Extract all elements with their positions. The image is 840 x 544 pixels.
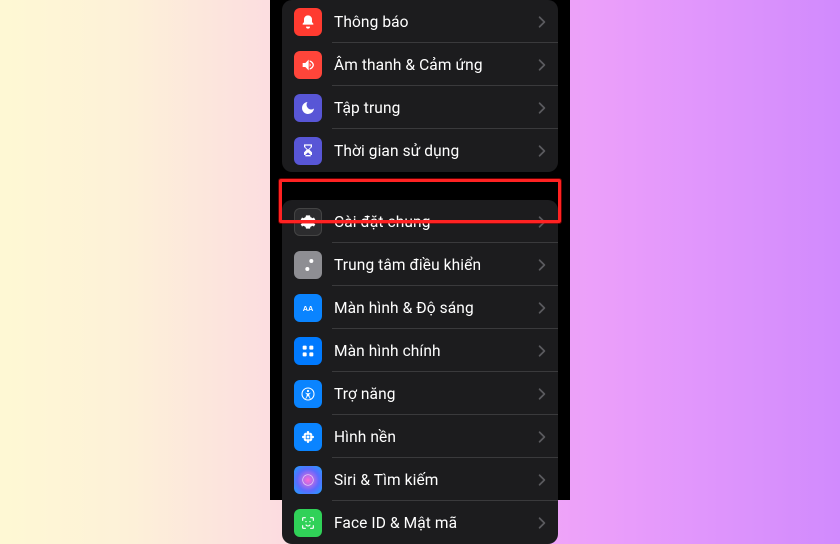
gear-icon	[294, 208, 322, 236]
settings-group-2: Cài đặt chung Trung tâm điều khiển AA Mà…	[282, 200, 558, 544]
row-faceid[interactable]: Face ID & Mật mã	[282, 501, 558, 544]
row-screen-time[interactable]: Thời gian sử dụng	[282, 129, 558, 172]
row-display[interactable]: AA Màn hình & Độ sáng	[282, 286, 558, 329]
row-label: Tập trung	[334, 99, 538, 117]
chevron-right-icon	[538, 387, 546, 401]
siri-icon	[294, 466, 322, 494]
hourglass-icon	[294, 137, 322, 165]
bell-icon	[294, 8, 322, 36]
chevron-right-icon	[538, 58, 546, 72]
chevron-right-icon	[538, 101, 546, 115]
row-siri[interactable]: Siri & Tìm kiếm	[282, 458, 558, 501]
row-label: Trợ năng	[334, 385, 538, 403]
grid-apps-icon	[294, 337, 322, 365]
settings-screen: Thông báo Âm thanh & Cảm ứng Tập trung T…	[270, 0, 570, 500]
accessibility-icon	[294, 380, 322, 408]
moon-icon	[294, 94, 322, 122]
chevron-right-icon	[538, 344, 546, 358]
face-id-icon	[294, 509, 322, 537]
row-wallpaper[interactable]: Hình nền	[282, 415, 558, 458]
chevron-right-icon	[538, 15, 546, 29]
chevron-right-icon	[538, 301, 546, 315]
row-notifications[interactable]: Thông báo	[282, 0, 558, 43]
row-label: Màn hình chính	[334, 342, 538, 360]
chevron-right-icon	[538, 430, 546, 444]
row-label: Thời gian sử dụng	[334, 142, 538, 160]
speaker-icon	[294, 51, 322, 79]
settings-group-1: Thông báo Âm thanh & Cảm ứng Tập trung T…	[282, 0, 558, 172]
row-label: Âm thanh & Cảm ứng	[334, 56, 538, 74]
row-label: Hình nền	[334, 428, 538, 446]
row-focus[interactable]: Tập trung	[282, 86, 558, 129]
row-general[interactable]: Cài đặt chung	[282, 200, 558, 243]
row-label: Cài đặt chung	[334, 213, 538, 231]
row-label: Face ID & Mật mã	[334, 514, 538, 532]
row-label: Màn hình & Độ sáng	[334, 299, 538, 317]
chevron-right-icon	[538, 144, 546, 158]
flower-icon	[294, 423, 322, 451]
row-label: Siri & Tìm kiếm	[334, 471, 538, 489]
row-label: Trung tâm điều khiển	[334, 256, 538, 274]
row-sounds[interactable]: Âm thanh & Cảm ứng	[282, 43, 558, 86]
sliders-icon	[294, 251, 322, 279]
chevron-right-icon	[538, 516, 546, 530]
row-accessibility[interactable]: Trợ năng	[282, 372, 558, 415]
chevron-right-icon	[538, 215, 546, 229]
display-brightness-icon: AA	[294, 294, 322, 322]
svg-text:AA: AA	[303, 304, 314, 313]
chevron-right-icon	[538, 258, 546, 272]
row-label: Thông báo	[334, 13, 538, 31]
chevron-right-icon	[538, 473, 546, 487]
row-home-screen[interactable]: Màn hình chính	[282, 329, 558, 372]
row-control-center[interactable]: Trung tâm điều khiển	[282, 243, 558, 286]
